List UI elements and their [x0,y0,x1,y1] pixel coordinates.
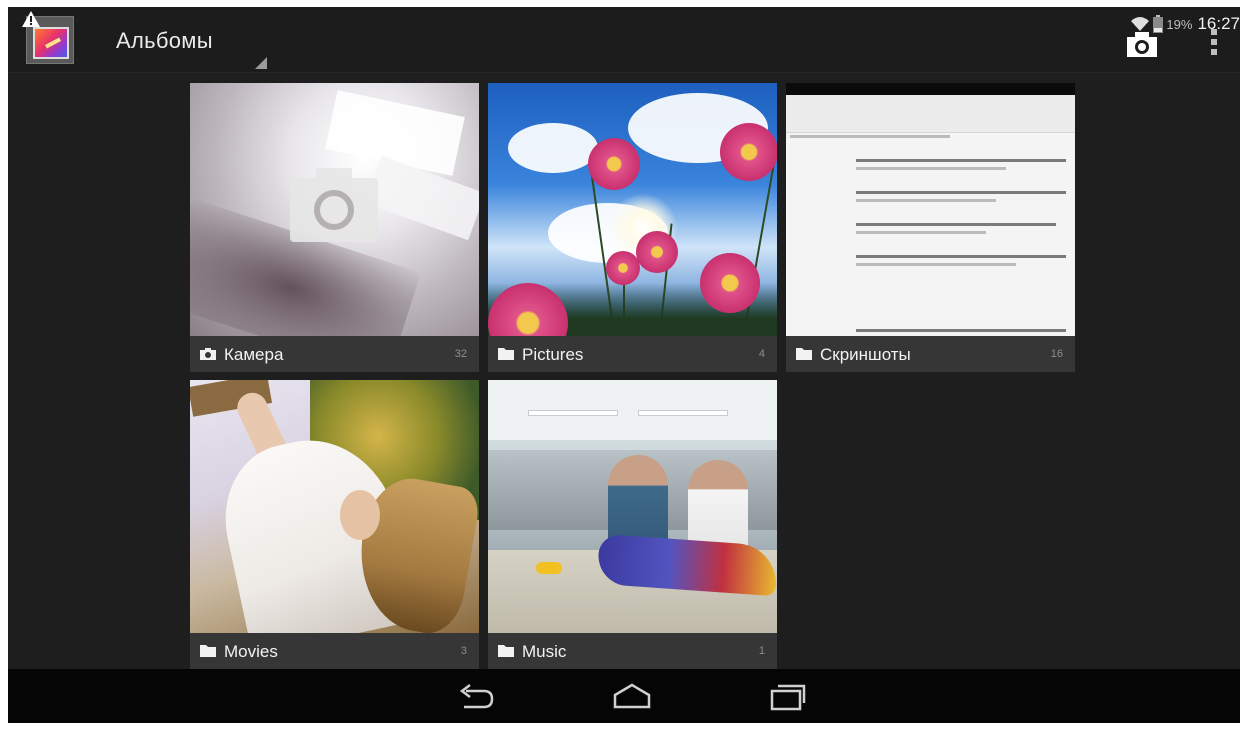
album-name: Movies [224,642,278,661]
album-thumbnail [190,83,479,336]
album-tile-music[interactable]: Music 1 [488,380,777,669]
action-bar: Альбомы 19% 16:27 [8,7,1240,73]
album-tile-camera[interactable]: Камера 32 [190,83,479,372]
camera-placeholder-icon [290,168,378,242]
album-name: Скриншоты [820,345,911,364]
wifi-icon [1131,17,1150,31]
folder-icon [200,645,216,657]
album-count: 4 [758,348,765,360]
album-tile-movies[interactable]: Movies 3 [190,380,479,669]
folder-icon [796,348,812,360]
album-label-bar: Камера 32 [190,336,479,372]
warning-icon [22,11,40,27]
page-title[interactable]: Альбомы [116,28,213,54]
album-tile-pictures[interactable]: Pictures 4 [488,83,777,372]
status-bar: 19% 16:27 [1131,13,1240,35]
album-tile-screenshots[interactable]: Скриншоты 16 [786,83,1075,372]
album-thumbnail [488,83,777,336]
album-count: 16 [1050,348,1063,360]
album-count: 3 [460,645,467,657]
spinner-indicator [255,57,267,69]
recent-apps-icon[interactable] [768,679,808,713]
album-name: Pictures [522,345,584,364]
album-thumbnail [786,83,1075,336]
album-thumbnail [190,380,479,633]
battery-percent: 19% [1166,16,1193,32]
album-name: Music [522,642,567,661]
album-label-bar: Music 1 [488,633,777,669]
album-name: Камера [224,345,284,364]
camera-icon [200,348,216,360]
home-icon[interactable] [612,679,652,713]
album-thumbnail [488,380,777,633]
device-screen: Альбомы 19% 16:27 Камера 32 Pictures 4 С… [8,7,1240,723]
clock: 16:27 [1197,14,1240,33]
battery-icon [1153,15,1164,33]
back-icon[interactable] [456,679,496,713]
album-count: 1 [758,645,765,657]
folder-icon [498,645,514,657]
navigation-bar [8,669,1240,723]
album-label-bar: Скриншоты 16 [786,336,1075,372]
album-count: 32 [454,348,467,360]
folder-icon [498,348,514,360]
album-label-bar: Pictures 4 [488,336,777,372]
album-label-bar: Movies 3 [190,633,479,669]
